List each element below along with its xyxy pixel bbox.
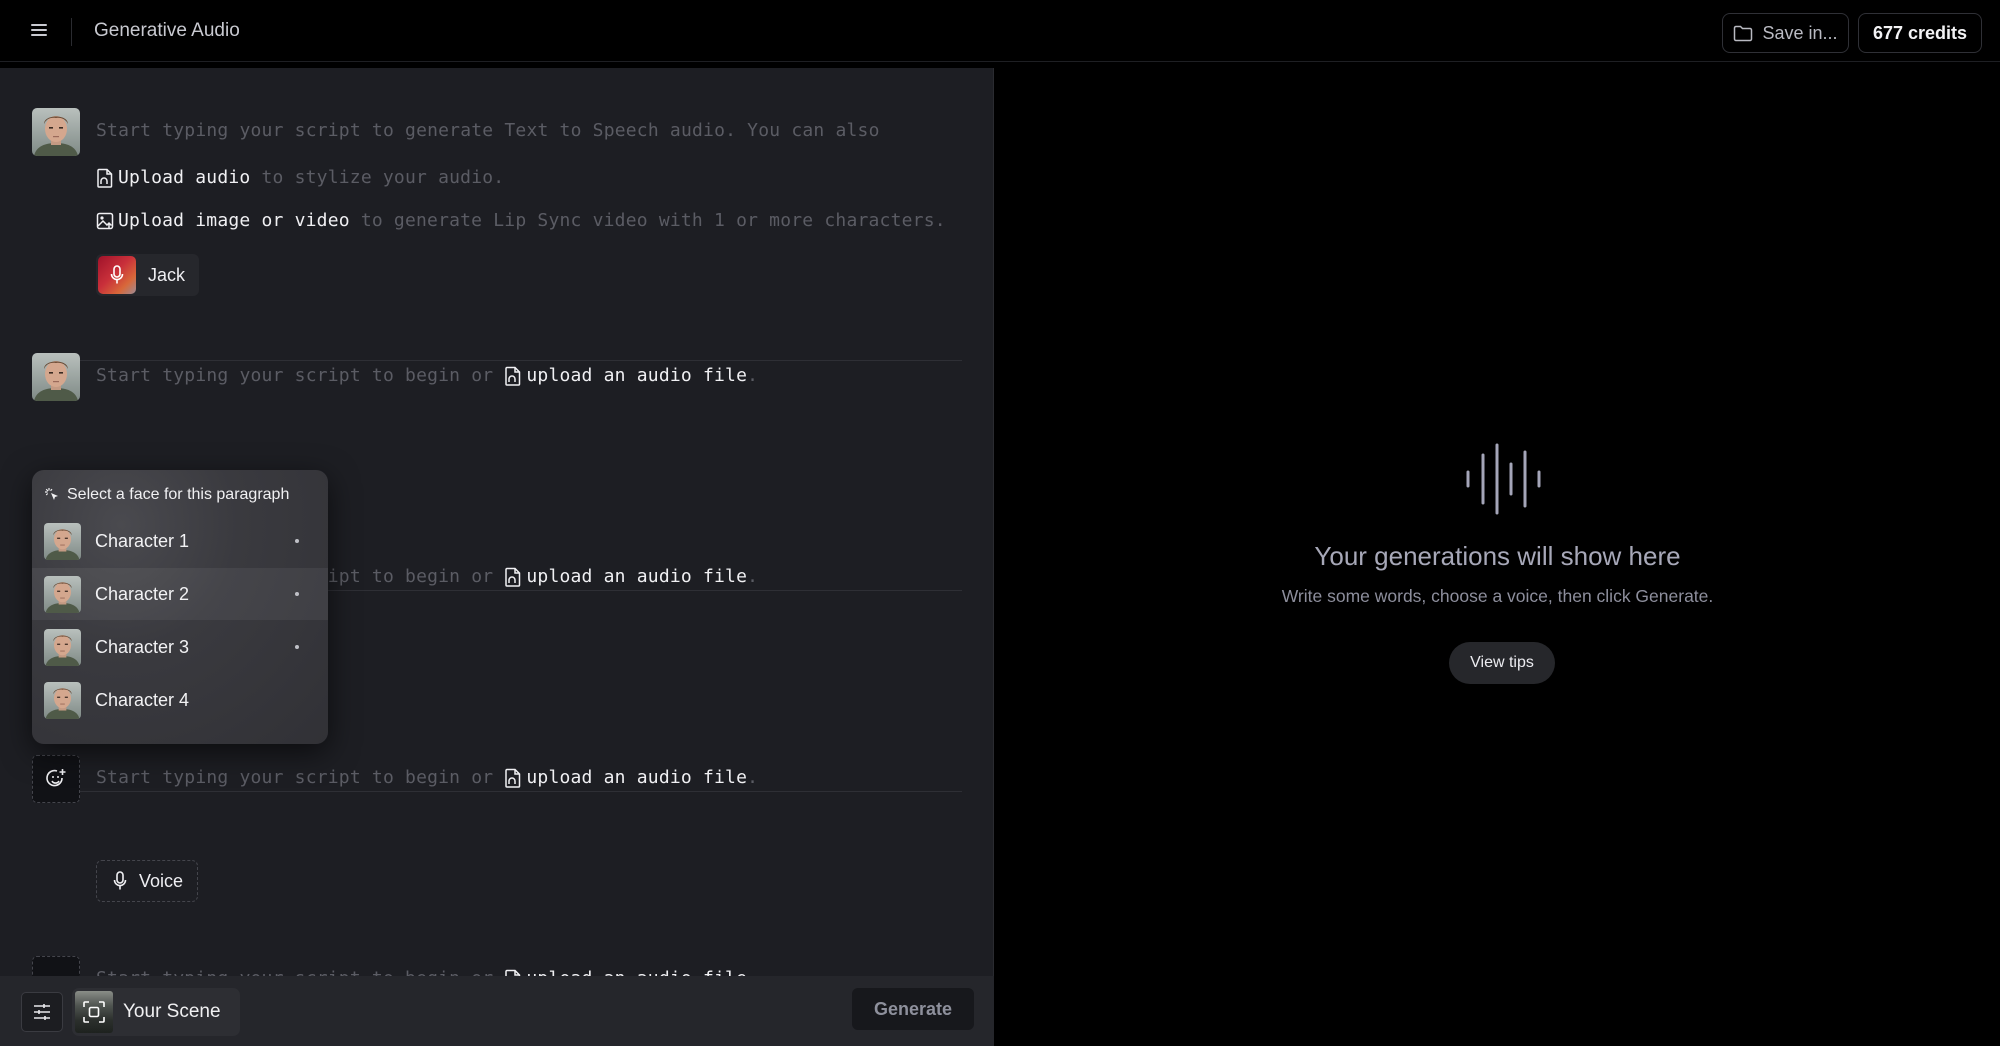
punctuation: . <box>747 365 759 386</box>
script-placeholder: Start typing your script to generate Tex… <box>96 120 880 141</box>
script-placeholder: Start typing your script to begin or <box>96 767 505 788</box>
upload-audio-hint: to stylize your audio. <box>250 167 505 188</box>
file-audio-icon <box>96 168 114 188</box>
script-editor: Start typing your script to generate Tex… <box>0 68 994 1046</box>
face-option-label: Character 3 <box>95 636 190 657</box>
empty-state-subtitle: Write some words, choose a voice, then c… <box>1281 586 1714 606</box>
face-add-icon <box>46 769 66 787</box>
face-thumbnail <box>44 682 81 719</box>
save-in-label: Save in... <box>1762 22 1838 43</box>
view-tips-button[interactable]: View tips <box>1449 642 1555 684</box>
upload-audio-file-link[interactable]: upload an audio file <box>526 767 747 788</box>
script-input-4[interactable]: Start typing your script to begin or upl… <box>96 767 758 788</box>
face-option-character-4[interactable]: Character 4 <box>32 674 328 726</box>
scene-label: Your Scene <box>123 1001 221 1022</box>
credits-badge[interactable]: 677 credits <box>1858 13 1982 53</box>
generations-panel: Your generations will show here Write so… <box>995 68 2000 1046</box>
in-use-dot <box>295 592 299 596</box>
face-option-label: Character 1 <box>95 530 190 551</box>
add-face-button[interactable] <box>32 755 80 803</box>
sliders-icon <box>34 1004 50 1020</box>
face-option-character-3[interactable]: Character 3 <box>32 621 328 673</box>
top-bar: Generative Audio Save in... 677 credits <box>0 0 2000 62</box>
script-input-2[interactable]: Start typing your script to begin or upl… <box>96 365 758 386</box>
microphone-icon <box>113 871 127 890</box>
face-avatar-character-2[interactable] <box>32 353 80 401</box>
in-use-dot <box>295 539 299 543</box>
microphone-icon <box>110 265 124 284</box>
face-menu-heading: Select a face for this paragraph <box>44 486 289 504</box>
face-option-label: Character 4 <box>95 689 190 710</box>
upload-image-video-link[interactable]: Upload image or video <box>118 210 350 231</box>
upload-media-hint: to generate Lip Sync video with 1 or mor… <box>349 210 946 231</box>
upload-audio-link[interactable]: Upload audio <box>118 167 250 188</box>
voice-selector-button[interactable]: Voice <box>96 860 199 902</box>
face-option-character-1[interactable]: Character 1 <box>32 515 328 567</box>
face-option-character-2[interactable]: Character 2 <box>32 568 328 620</box>
punctuation: . <box>747 767 759 788</box>
face-thumbnail <box>44 629 81 666</box>
save-in-button[interactable]: Save in... <box>1722 13 1849 53</box>
paragraph-divider <box>32 791 962 792</box>
punctuation: . <box>747 566 759 587</box>
script-placeholder: Start typing your script to begin or <box>96 365 505 386</box>
header-divider <box>71 18 72 46</box>
script-input-1[interactable]: Start typing your script to generate Tex… <box>96 120 880 141</box>
voice-thumbnail <box>98 256 136 294</box>
upload-audio-file-link[interactable]: upload an audio file <box>526 365 747 386</box>
voice-label: Voice <box>139 870 184 891</box>
face-thumbnail <box>44 523 81 560</box>
scene-thumbnail <box>75 991 113 1033</box>
image-upload-icon <box>96 212 114 230</box>
in-use-dot <box>295 645 299 649</box>
cursor-click-icon <box>45 488 58 500</box>
your-scene-button[interactable]: Your Scene <box>72 988 240 1036</box>
file-audio-icon <box>504 768 522 788</box>
face-thumbnail <box>44 576 81 613</box>
scan-frame-icon <box>83 1001 105 1023</box>
face-avatar-character-1[interactable] <box>32 108 80 156</box>
voice-selector-jack[interactable]: Jack <box>96 254 200 296</box>
voice-name: Jack <box>148 264 186 285</box>
file-audio-icon <box>504 567 522 587</box>
face-option-label: Character 2 <box>95 583 190 604</box>
empty-state-title: Your generations will show here <box>1314 541 1681 571</box>
generate-button[interactable]: Generate <box>852 988 974 1030</box>
app-title: Generative Audio <box>94 20 240 41</box>
hamburger-menu-icon[interactable] <box>28 21 50 41</box>
file-audio-icon <box>504 366 522 386</box>
upload-audio-file-link[interactable]: upload an audio file <box>526 566 747 587</box>
face-menu-heading-text: Select a face for this paragraph <box>67 486 290 503</box>
folder-icon <box>1734 25 1753 41</box>
face-selection-menu: Select a face for this paragraph Charact… <box>32 470 328 744</box>
settings-button[interactable] <box>21 992 63 1032</box>
editor-bottom-bar: Your Scene Generate <box>0 976 994 1046</box>
sound-wave-icon <box>1466 443 1541 515</box>
paragraph-divider <box>32 360 962 361</box>
